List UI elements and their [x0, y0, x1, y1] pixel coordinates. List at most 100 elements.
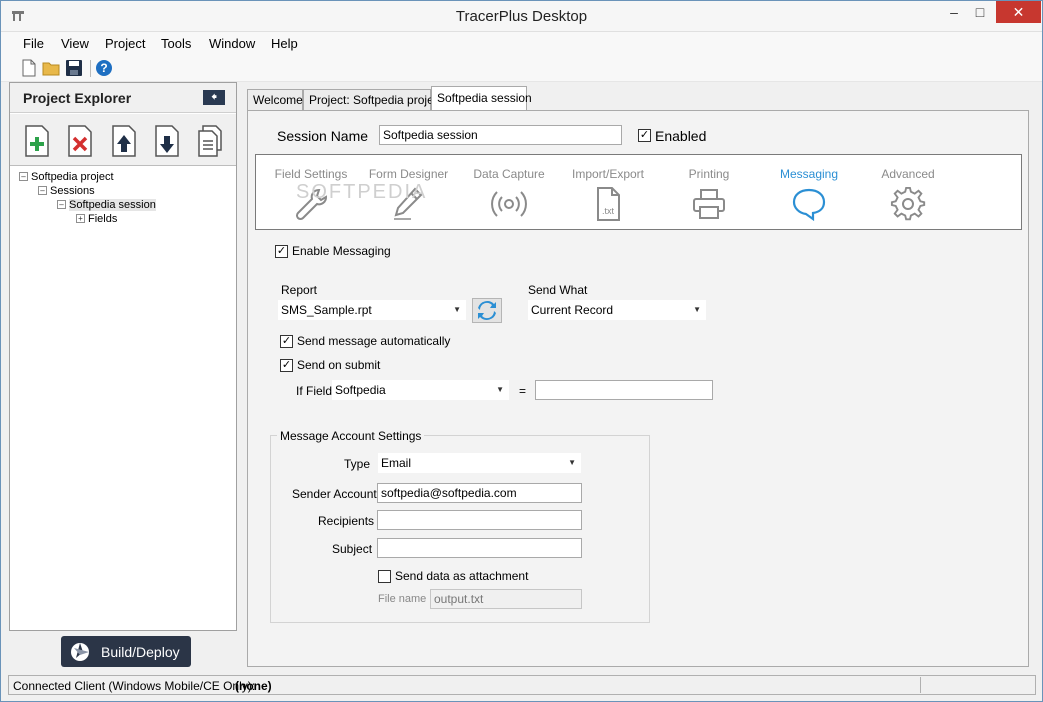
- menu-bar: File View Project Tools Window Help: [1, 32, 1042, 56]
- subject-input[interactable]: [377, 538, 582, 558]
- send-what-value: Current Record: [531, 303, 614, 317]
- signal-icon: [491, 187, 527, 221]
- help-icon[interactable]: ?: [95, 59, 113, 77]
- tree-label: Softpedia session: [69, 199, 156, 211]
- menu-tools[interactable]: Tools: [161, 36, 191, 51]
- tree-label: Softpedia project: [31, 171, 114, 183]
- attachment-label: Send data as attachment: [395, 569, 529, 583]
- enabled-label: Enabled: [655, 128, 707, 144]
- nav-messaging[interactable]: Messaging: [764, 155, 854, 229]
- account-settings-title: Message Account Settings: [277, 429, 425, 443]
- expand-icon[interactable]: +: [76, 214, 85, 223]
- toolbar-separator: [90, 60, 91, 77]
- nav-printing[interactable]: Printing: [664, 155, 754, 229]
- nav-import-export[interactable]: Import/Export .txt: [563, 155, 653, 229]
- file-name-input[interactable]: output.txt: [430, 589, 582, 609]
- menu-project[interactable]: Project: [105, 36, 145, 51]
- tree-node-project[interactable]: – Softpedia project: [19, 170, 114, 184]
- save-icon[interactable]: [65, 59, 83, 77]
- type-label: Type: [344, 457, 371, 471]
- maximize-button[interactable]: □: [967, 1, 993, 23]
- enabled-checkbox[interactable]: ✓: [638, 129, 651, 142]
- send-what-select[interactable]: Current Record ▼: [528, 300, 706, 320]
- subject-label: Subject: [332, 542, 373, 556]
- new-file-icon[interactable]: [20, 59, 38, 77]
- tab-project[interactable]: Project: Softpedia project: [303, 89, 443, 110]
- nav-label: Import/Export: [571, 167, 645, 181]
- report-value: SMS_Sample.rpt: [281, 303, 372, 317]
- send-submit-label: Send on submit: [297, 358, 381, 372]
- tab-session[interactable]: Softpedia session: [431, 86, 532, 111]
- collapse-icon[interactable]: –: [38, 186, 47, 195]
- chevron-down-icon: ▼: [496, 385, 504, 394]
- send-what-label: Send What: [528, 283, 588, 297]
- connected-client-label: Connected Client (Windows Mobile/CE Only…: [13, 679, 256, 693]
- text-file-icon: .txt: [590, 187, 626, 221]
- tab-welcome[interactable]: Welcome: [247, 89, 303, 110]
- copy-item-icon[interactable]: [196, 125, 224, 157]
- refresh-icon: [478, 301, 496, 320]
- speech-bubble-icon: [791, 187, 827, 222]
- collapse-icon[interactable]: –: [19, 172, 28, 181]
- menu-file[interactable]: File: [23, 36, 44, 51]
- attachment-checkbox[interactable]: [378, 570, 391, 583]
- move-up-icon[interactable]: [110, 125, 138, 157]
- if-field-value: Softpedia: [335, 383, 386, 397]
- report-label: Report: [281, 283, 318, 297]
- tree-label: Fields: [88, 213, 118, 225]
- window-title: TracerPlus Desktop: [455, 8, 588, 25]
- type-value: Email: [381, 456, 412, 470]
- session-name-input[interactable]: Softpedia session: [379, 125, 622, 145]
- enable-messaging-label: Enable Messaging: [292, 244, 391, 258]
- nav-data-capture[interactable]: Data Capture: [464, 155, 554, 229]
- report-select[interactable]: SMS_Sample.rpt ▼: [278, 300, 466, 320]
- chevron-down-icon: ▼: [453, 305, 461, 314]
- tree-node-fields[interactable]: + Fields: [76, 212, 117, 226]
- if-field-select[interactable]: Softpedia ▼: [332, 380, 509, 400]
- tree-node-session[interactable]: – Softpedia session: [57, 198, 156, 212]
- menu-window[interactable]: Window: [209, 36, 255, 51]
- gear-icon: [890, 187, 926, 221]
- collapse-arrow-icon[interactable]: 🠸: [203, 90, 225, 105]
- enable-messaging-checkbox[interactable]: ✓: [275, 245, 288, 258]
- add-item-icon[interactable]: [23, 125, 51, 157]
- move-down-icon[interactable]: [153, 125, 181, 157]
- explorer-header: Project Explorer 🠸: [10, 83, 236, 113]
- equals-sign: =: [519, 384, 527, 398]
- menu-help[interactable]: Help: [271, 36, 298, 51]
- explorer-toolbar: [10, 114, 236, 166]
- send-auto-checkbox[interactable]: ✓: [280, 335, 293, 348]
- settings-nav: Field Settings Form Designer Data Captur…: [255, 154, 1022, 230]
- watermark-text: SOFTPEDIA: [296, 181, 428, 203]
- session-name-label: Session Name: [277, 128, 369, 144]
- status-separator: [920, 677, 921, 693]
- printer-icon: [691, 187, 727, 221]
- tree-node-sessions[interactable]: – Sessions: [38, 184, 95, 198]
- connected-client-value: (none): [235, 679, 272, 693]
- collapse-icon[interactable]: –: [57, 200, 66, 209]
- minimize-button[interactable]: –: [941, 1, 967, 23]
- if-field-value-input[interactable]: [535, 380, 713, 400]
- type-select[interactable]: Email ▼: [378, 453, 581, 473]
- app-window: TracerPlus Desktop – □ ✕ File View Proje…: [0, 0, 1043, 702]
- refresh-report-button[interactable]: [472, 298, 502, 323]
- explorer-title: Project Explorer: [23, 90, 132, 106]
- nav-label: Printing: [688, 167, 730, 181]
- status-bar: Connected Client (Windows Mobile/CE Only…: [8, 675, 1036, 695]
- chevron-down-icon: ▼: [693, 305, 701, 314]
- delete-item-icon[interactable]: [66, 125, 94, 157]
- send-auto-label: Send message automatically: [297, 334, 451, 348]
- title-bar: TracerPlus Desktop – □ ✕: [1, 1, 1042, 32]
- close-button[interactable]: ✕: [996, 1, 1041, 23]
- send-submit-checkbox[interactable]: ✓: [280, 359, 293, 372]
- build-deploy-button[interactable]: Build/Deploy: [61, 636, 191, 667]
- recipients-input[interactable]: [377, 510, 582, 530]
- sender-account-input[interactable]: softpedia@softpedia.com: [377, 483, 582, 503]
- nav-advanced[interactable]: Advanced: [863, 155, 953, 229]
- text-file-label: .txt: [602, 206, 615, 216]
- menu-view[interactable]: View: [61, 36, 89, 51]
- nav-label: Messaging: [779, 167, 839, 181]
- open-folder-icon[interactable]: [42, 59, 60, 77]
- file-name-label: File name: [378, 593, 427, 605]
- sender-account-label: Sender Account: [292, 487, 377, 501]
